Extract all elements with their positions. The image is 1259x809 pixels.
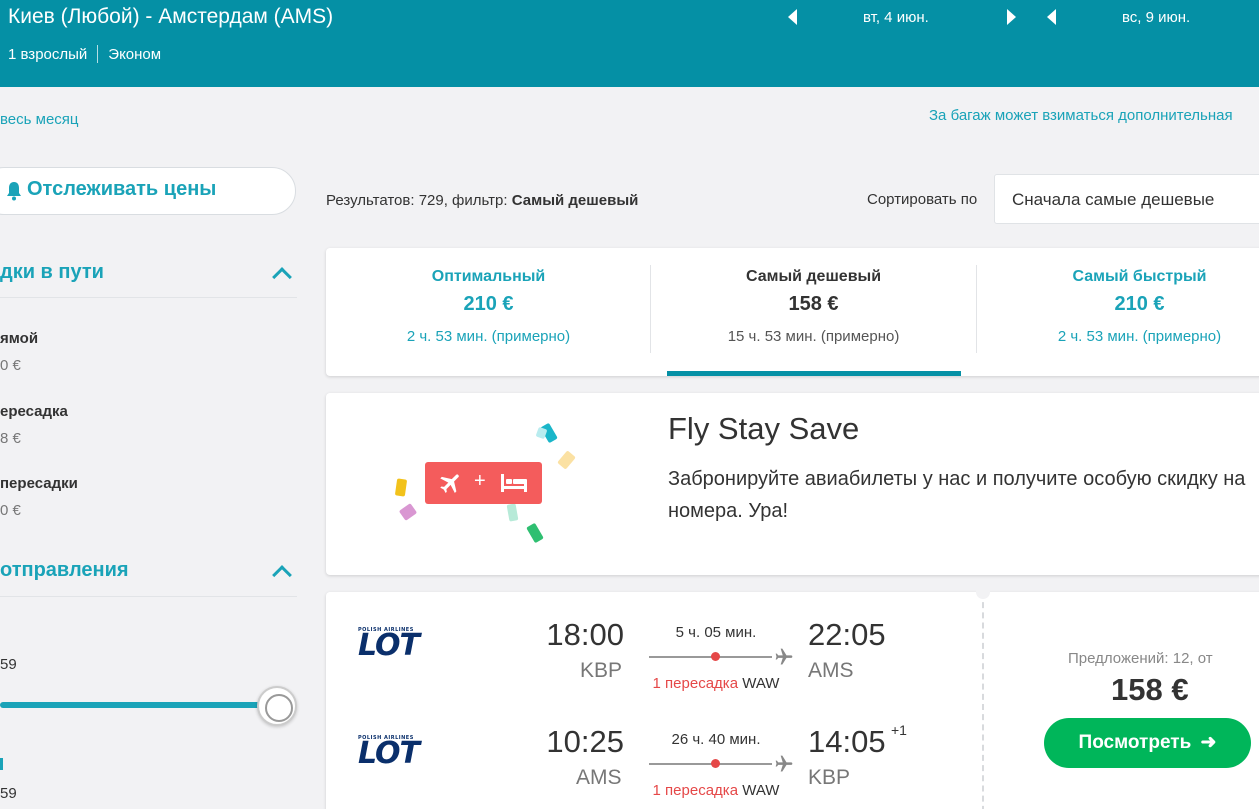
- divider: [0, 297, 297, 298]
- baggage-note-link[interactable]: За багаж может взиматься дополнительная: [929, 107, 1233, 124]
- tab-optimal[interactable]: Оптимальный 210 € 2 ч. 53 мин. (примерно…: [326, 248, 651, 376]
- stop-option-price: 0 €: [0, 502, 21, 519]
- stop-option-price: 0 €: [0, 357, 21, 374]
- promo-title: Fly Stay Save: [668, 411, 860, 446]
- next-depart-date-icon[interactable]: [1007, 9, 1016, 25]
- stops-info: 1 пересадка WAW: [641, 782, 791, 799]
- airplane-icon: [775, 755, 793, 772]
- bell-icon: [7, 182, 21, 201]
- view-deal-label: Посмотреть: [1078, 732, 1192, 753]
- separator: [97, 45, 99, 63]
- route-title[interactable]: Киев (Любой) - Амстердам (AMS): [8, 5, 333, 29]
- flight-price: 158 €: [1111, 672, 1189, 707]
- tab-price: 158 €: [788, 293, 839, 315]
- confetti: [394, 478, 408, 497]
- airplane-icon: [775, 648, 793, 665]
- tab-fastest[interactable]: Самый быстрый 210 € 2 ч. 53 мин. (пример…: [977, 248, 1259, 376]
- tab-duration: 2 ч. 53 мин. (примерно): [406, 328, 571, 345]
- view-deal-button[interactable]: Посмотреть ➜: [1044, 718, 1251, 768]
- departure-section-title[interactable]: отправления: [0, 559, 129, 582]
- arrive-time: 14:05: [808, 724, 886, 759]
- prev-depart-date-icon[interactable]: [788, 9, 797, 25]
- bed-icon: [501, 474, 527, 492]
- promo-text: Забронируйте авиабилеты у нас и получите…: [668, 468, 1246, 522]
- airline-logo: POLISH AIRLINES LOT: [358, 735, 420, 771]
- tab-duration: 15 ч. 53 мин. (примерно): [727, 328, 900, 345]
- tab-price: 210 €: [1114, 293, 1165, 315]
- prev-return-date-icon[interactable]: [1047, 9, 1056, 25]
- stop-option-price: 8 €: [0, 430, 21, 447]
- confetti: [398, 503, 418, 521]
- flight-hotel-badge: +: [425, 462, 542, 504]
- arrive-airport: AMS: [808, 659, 854, 682]
- depart-airport: KBP: [580, 659, 623, 682]
- airline-logo-text: LOT: [358, 736, 420, 771]
- stop-airport: WAW: [742, 675, 780, 692]
- chevron-up-icon[interactable]: [272, 267, 292, 287]
- results-prefix: Результатов: 729, фильтр:: [326, 192, 508, 209]
- tab-label: Самый быстрый: [1072, 268, 1207, 285]
- divider: [982, 592, 984, 809]
- active-tab-indicator: [667, 371, 961, 376]
- cabin-class[interactable]: Эконом: [108, 46, 161, 63]
- stop-option-label[interactable]: ересадка: [0, 403, 68, 420]
- stop-option-label[interactable]: пересадки: [0, 475, 78, 492]
- sort-select[interactable]: Сначала самые дешевые: [994, 174, 1259, 224]
- stop-airport: WAW: [742, 782, 780, 799]
- tab-price: 210 €: [463, 293, 514, 315]
- arrow-right-icon: ➜: [1200, 732, 1217, 753]
- search-header: Киев (Любой) - Амстердам (AMS) 1 взрослы…: [0, 0, 1259, 87]
- next-day-indicator: +1: [891, 722, 907, 738]
- stops-section-title[interactable]: дки в пути: [0, 261, 104, 284]
- sort-tabs: Оптимальный 210 € 2 ч. 53 мин. (примерно…: [326, 248, 1259, 376]
- passenger-cabin-info[interactable]: 1 взрослый Эконом: [8, 45, 161, 63]
- track-prices-label[interactable]: Отслеживать цены: [27, 178, 216, 201]
- stop-dot: [711, 652, 720, 661]
- return-date[interactable]: вс, 9 июн.: [1122, 9, 1190, 26]
- stops-count: 1 пересадка: [652, 782, 739, 799]
- stop-option-label[interactable]: ямой: [0, 330, 38, 347]
- offers-count: Предложений: 12, от: [1068, 650, 1213, 667]
- flight-result-card[interactable]: POLISH AIRLINES LOT 18:00 KBP 5 ч. 05 ми…: [326, 585, 1259, 809]
- airline-logo: POLISH AIRLINES LOT: [358, 627, 420, 663]
- stops-count: 1 пересадка: [652, 675, 739, 692]
- flight-duration: 5 ч. 05 мин.: [675, 624, 757, 641]
- divider: [0, 596, 297, 597]
- flight-duration: 26 ч. 40 мин.: [671, 731, 761, 748]
- ticket-notch: [976, 585, 990, 599]
- tab-cheapest[interactable]: Самый дешевый 158 € 15 ч. 53 мин. (приме…: [651, 248, 976, 376]
- departure-time-value: 59: [0, 656, 17, 673]
- confetti: [506, 503, 519, 522]
- results-filter: Самый дешевый: [511, 192, 639, 209]
- departure-slider-track[interactable]: [0, 702, 276, 708]
- depart-date[interactable]: вт, 4 июн.: [863, 9, 929, 26]
- return-slider-marker: [0, 758, 3, 770]
- airplane-icon: [440, 474, 459, 493]
- chevron-up-icon[interactable]: [272, 565, 292, 585]
- badge-plus: +: [474, 470, 486, 492]
- promo-banner[interactable]: + Fly Stay Save Забронируйте авиабилеты …: [326, 393, 1259, 575]
- depart-time: 10:25: [546, 724, 624, 759]
- depart-airport: AMS: [576, 766, 622, 789]
- departure-slider-handle[interactable]: [257, 686, 297, 726]
- whole-month-link[interactable]: весь месяц: [0, 111, 79, 128]
- tab-duration: 2 ч. 53 мин. (примерно): [1057, 328, 1222, 345]
- airline-logo-text: LOT: [358, 628, 420, 663]
- return-time-value: 59: [0, 785, 17, 802]
- stops-info: 1 пересадка WAW: [641, 675, 791, 692]
- confetti: [557, 450, 576, 470]
- sort-label: Сортировать по: [867, 191, 978, 208]
- arrive-airport: KBP: [808, 766, 851, 789]
- tab-label: Самый дешевый: [745, 268, 882, 285]
- confetti: [526, 522, 544, 544]
- passengers-count[interactable]: 1 взрослый: [8, 46, 87, 63]
- arrive-time: 22:05: [808, 617, 886, 652]
- depart-time: 18:00: [546, 617, 624, 652]
- stop-dot: [711, 759, 720, 768]
- tab-label: Оптимальный: [431, 268, 546, 285]
- results-count: Результатов: 729, фильтр: Самый дешевый: [326, 192, 638, 209]
